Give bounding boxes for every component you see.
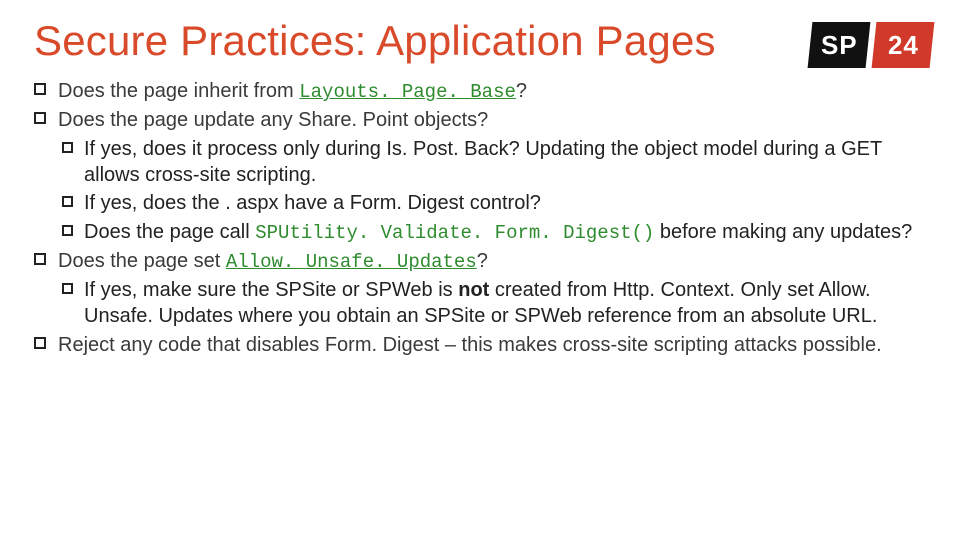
bullet-3-sub-1: If yes, make sure the SPSite or SPWeb is… <box>62 277 926 330</box>
logo-sp24: SP 24 <box>810 22 932 68</box>
bullet-3-sublist: If yes, make sure the SPSite or SPWeb is… <box>58 277 926 330</box>
logo-box-24: 24 <box>872 22 935 68</box>
bullet-2-sub-2-text: If yes, does the . aspx have a Form. Dig… <box>84 192 541 214</box>
bullet-3-text-b: ? <box>477 250 488 272</box>
bullet-3-sub-1-not: not <box>458 279 489 301</box>
bullet-list: Does the page inherit from Layouts. Page… <box>34 78 926 358</box>
logo-text-sp: SP <box>821 30 858 61</box>
slide: SP 24 Secure Practices: Application Page… <box>0 0 960 540</box>
bullet-1-code: Layouts. Page. Base <box>299 81 516 103</box>
page-title: Secure Practices: Application Pages <box>34 18 926 64</box>
bullet-2-sublist: If yes, does it process only during Is. … <box>58 136 926 246</box>
bullet-2-sub-2: If yes, does the . aspx have a Form. Dig… <box>62 190 926 216</box>
bullet-3-code: Allow. Unsafe. Updates <box>226 251 477 273</box>
bullet-1: Does the page inherit from Layouts. Page… <box>34 78 926 105</box>
bullet-2-sub-1: If yes, does it process only during Is. … <box>62 136 926 189</box>
bullet-1-text-a: Does the page inherit from <box>58 80 299 102</box>
bullet-4: Reject any code that disables Form. Dige… <box>34 332 926 358</box>
bullet-2: Does the page update any Share. Point ob… <box>34 107 926 246</box>
bullet-2-sub-3-text-b: before making any updates? <box>654 221 912 243</box>
bullet-3-text-a: Does the page set <box>58 250 226 272</box>
logo-text-24: 24 <box>888 30 919 61</box>
bullet-3: Does the page set Allow. Unsafe. Updates… <box>34 248 926 330</box>
bullet-4-text: Reject any code that disables Form. Dige… <box>58 334 882 356</box>
bullet-2-sub-1-text: If yes, does it process only during Is. … <box>84 138 882 186</box>
bullet-1-text-b: ? <box>516 80 527 102</box>
bullet-3-sub-1-text-a: If yes, make sure the SPSite or SPWeb is <box>84 279 458 301</box>
bullet-2-sub-3: Does the page call SPUtility. Validate. … <box>62 219 926 246</box>
bullet-2-sub-3-text-a: Does the page call <box>84 221 255 243</box>
bullet-2-sub-3-code: SPUtility. Validate. Form. Digest() <box>255 222 654 244</box>
logo-box-sp: SP <box>808 22 871 68</box>
bullet-2-text: Does the page update any Share. Point ob… <box>58 109 488 131</box>
